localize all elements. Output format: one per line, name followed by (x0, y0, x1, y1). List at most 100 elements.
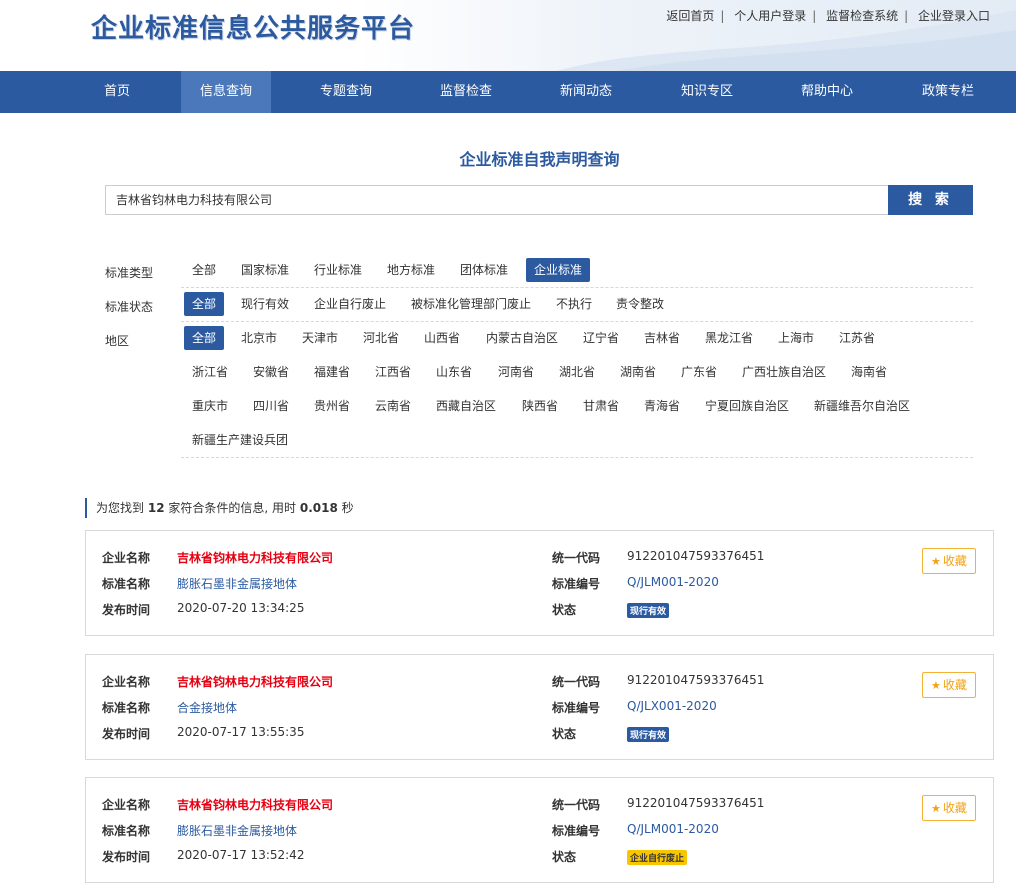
standard-name[interactable]: 合金接地体 (177, 699, 237, 716)
filter-label-standard-status: 标准状态 (105, 300, 154, 314)
filter-region-item[interactable]: 上海市 (770, 326, 822, 350)
nav-home[interactable]: 首页 (72, 71, 162, 113)
standard-no-label: 标准编号 (552, 824, 601, 838)
nav-help[interactable]: 帮助中心 (782, 71, 872, 113)
favorite-button[interactable]: ★ 收藏 (922, 672, 976, 698)
nav-info-query[interactable]: 信息查询 (181, 71, 271, 113)
filter-region-item[interactable]: 辽宁省 (575, 326, 627, 350)
filter-region-item[interactable]: 四川省 (245, 394, 297, 418)
standard-no[interactable]: Q/JLM001-2020 (627, 575, 719, 589)
filter-region-item[interactable]: 浙江省 (184, 360, 236, 384)
star-icon: ★ (931, 679, 941, 692)
filter-region-item[interactable]: 陕西省 (514, 394, 566, 418)
filter-region-item[interactable]: 云南省 (367, 394, 419, 418)
filter-region-item[interactable]: 湖南省 (612, 360, 664, 384)
page-title: 企业标准自我声明查询 (459, 150, 620, 169)
filter-type-all[interactable]: 全部 (184, 258, 224, 282)
divider (181, 287, 973, 288)
result-summary: 为您找到 12 家符合条件的信息, 用时 0.018 秒 (85, 498, 354, 518)
filter-status-self-abolished[interactable]: 企业自行废止 (306, 292, 394, 316)
favorite-button[interactable]: ★ 收藏 (922, 548, 976, 574)
filter-status-valid[interactable]: 现行有效 (233, 292, 297, 316)
filter-region-item[interactable]: 宁夏回族自治区 (697, 394, 797, 418)
nav-news[interactable]: 新闻动态 (541, 71, 631, 113)
standard-no-label: 标准编号 (552, 577, 601, 591)
filter-region-all[interactable]: 全部 (184, 326, 225, 350)
company-name[interactable]: 吉林省钧林电力科技有限公司 (177, 549, 333, 566)
filter-region-item[interactable]: 新疆维吾尔自治区 (806, 394, 918, 418)
result-card: 企业名称 吉林省钧林电力科技有限公司 标准名称 膨胀石墨非金属接地体 发布时间 … (85, 777, 994, 883)
standard-name[interactable]: 膨胀石墨非金属接地体 (177, 575, 297, 592)
filter-region-item[interactable]: 吉林省 (636, 326, 688, 350)
filter-region-item[interactable]: 山西省 (416, 326, 468, 350)
filter-type-national[interactable]: 国家标准 (233, 258, 297, 282)
personal-login-link[interactable]: 个人用户登录 (734, 9, 806, 23)
filter-region-item[interactable]: 山东省 (428, 360, 480, 384)
supervision-system-link[interactable]: 监督检查系统 (826, 9, 898, 23)
filter-type-local[interactable]: 地方标准 (379, 258, 443, 282)
credit-code: 912201047593376451 (627, 796, 765, 810)
credit-code: 912201047593376451 (627, 549, 765, 563)
filter-region-item[interactable]: 重庆市 (184, 394, 236, 418)
search-input[interactable]: 吉林省钧林电力科技有限公司 (105, 185, 889, 215)
filter-region-item[interactable]: 湖北省 (551, 360, 603, 384)
enterprise-login-link[interactable]: 企业登录入口 (918, 9, 990, 23)
site-title[interactable]: 企业标准信息公共服务平台 (91, 8, 415, 45)
status-badge: 现行有效 (627, 727, 670, 742)
site-header: 企业标准信息公共服务平台 返回首页 | 个人用户登录 | 监督检查系统 | 企业登录入… (0, 0, 1016, 71)
filter-label-standard-type: 标准类型 (105, 266, 154, 280)
publish-time-label: 发布时间 (102, 850, 151, 864)
filter-region-item[interactable]: 广西壮族自治区 (734, 360, 834, 384)
nav-policy[interactable]: 政策专栏 (903, 71, 993, 113)
standard-name-label: 标准名称 (102, 577, 151, 591)
standard-no[interactable]: Q/JLX001-2020 (627, 699, 717, 713)
filter-region-item[interactable]: 天津市 (294, 326, 346, 350)
search-button[interactable]: 搜 索 (888, 185, 973, 215)
filter-status-authority-abolished[interactable]: 被标准化管理部门废止 (403, 292, 539, 316)
company-name[interactable]: 吉林省钧林电力科技有限公司 (177, 673, 333, 690)
status-label: 状态 (552, 727, 577, 741)
filter-region-item[interactable]: 安徽省 (245, 360, 297, 384)
filter-region-item[interactable]: 江苏省 (831, 326, 883, 350)
nav-topic-query[interactable]: 专题查询 (301, 71, 391, 113)
main-nav: 首页 信息查询 专题查询 监督检查 新闻动态 知识专区 帮助中心 政策专栏 (0, 71, 1016, 113)
credit-code: 912201047593376451 (627, 673, 765, 687)
nav-knowledge[interactable]: 知识专区 (662, 71, 752, 113)
standard-name[interactable]: 膨胀石墨非金属接地体 (177, 822, 297, 839)
publish-time-label: 发布时间 (102, 603, 151, 617)
filter-region-item[interactable]: 海南省 (843, 360, 895, 384)
filter-region-item[interactable]: 新疆生产建设兵团 (184, 428, 296, 452)
company-label: 企业名称 (102, 675, 151, 689)
filter-type-industry[interactable]: 行业标准 (306, 258, 370, 282)
filter-region-item[interactable]: 江西省 (367, 360, 419, 384)
filter-status-rectify[interactable]: 责令整改 (608, 292, 672, 316)
filter-region-item[interactable]: 黑龙江省 (697, 326, 761, 350)
result-card: 企业名称 吉林省钧林电力科技有限公司 标准名称 膨胀石墨非金属接地体 发布时间 … (85, 530, 994, 636)
filter-status-all[interactable]: 全部 (184, 292, 225, 316)
publish-time-label: 发布时间 (102, 727, 151, 741)
filter-region-item[interactable]: 北京市 (233, 326, 285, 350)
star-icon: ★ (931, 555, 941, 568)
filter-region-item[interactable]: 甘肃省 (575, 394, 627, 418)
filter-region-item[interactable]: 河北省 (355, 326, 407, 350)
nav-supervision[interactable]: 监督检查 (421, 71, 511, 113)
standard-name-label: 标准名称 (102, 701, 151, 715)
status-badge: 企业自行废止 (627, 850, 688, 865)
filter-region-item[interactable]: 内蒙古自治区 (478, 326, 566, 350)
status-label: 状态 (552, 603, 577, 617)
filter-label-region: 地区 (105, 334, 130, 348)
back-home-link[interactable]: 返回首页 (666, 9, 714, 23)
filter-region-item[interactable]: 青海省 (636, 394, 688, 418)
filter-type-enterprise[interactable]: 企业标准 (526, 258, 591, 282)
favorite-button[interactable]: ★ 收藏 (922, 795, 976, 821)
filter-region-item[interactable]: 贵州省 (306, 394, 358, 418)
standard-no[interactable]: Q/JLM001-2020 (627, 822, 719, 836)
filter-status-not-executed[interactable]: 不执行 (548, 292, 600, 316)
company-name[interactable]: 吉林省钧林电力科技有限公司 (177, 796, 333, 813)
filter-region-item[interactable]: 西藏自治区 (428, 394, 504, 418)
filter-type-group[interactable]: 团体标准 (452, 258, 516, 282)
status-badge: 现行有效 (627, 603, 670, 618)
filter-region-item[interactable]: 河南省 (490, 360, 542, 384)
filter-region-item[interactable]: 福建省 (306, 360, 358, 384)
filter-region-item[interactable]: 广东省 (673, 360, 725, 384)
